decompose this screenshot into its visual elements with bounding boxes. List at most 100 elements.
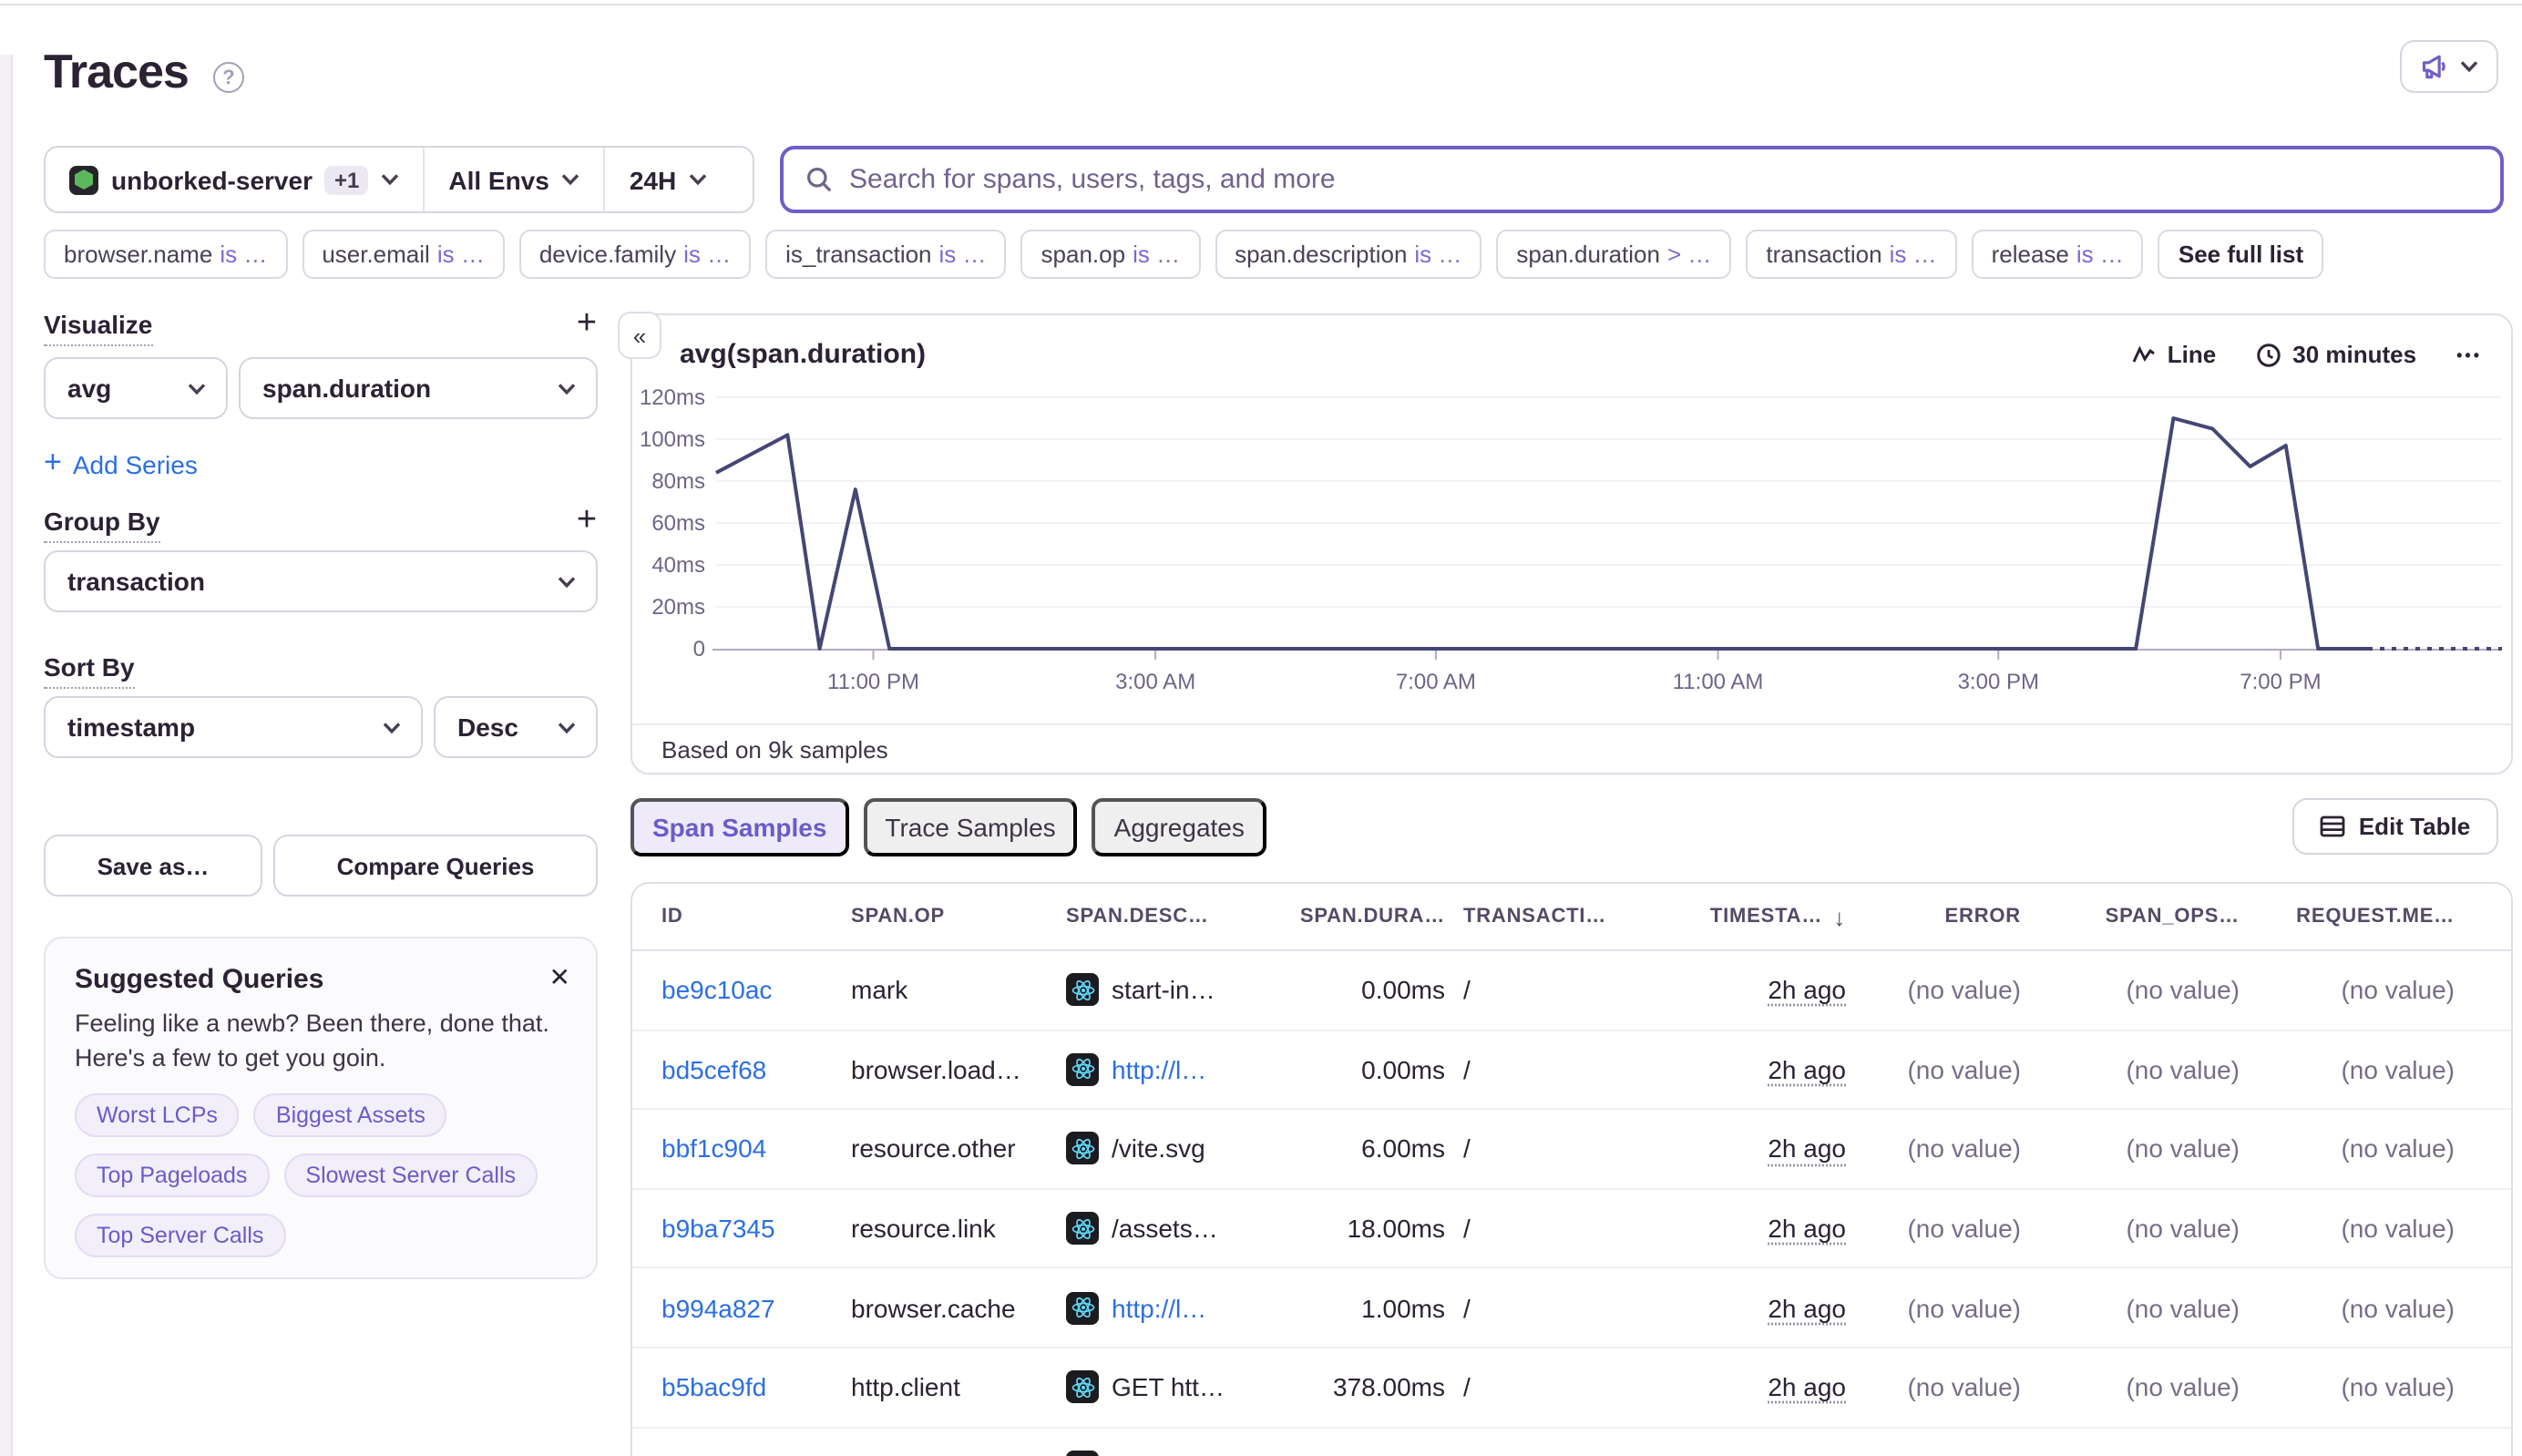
compare-queries-button[interactable]: Compare Queries xyxy=(273,835,598,897)
column-header-request-method[interactable]: REQUEST.ME… xyxy=(2258,906,2473,928)
chip-field: device.family xyxy=(539,241,676,268)
span-op-value: resource.link xyxy=(851,1214,996,1243)
suggested-query-biggest-assets[interactable]: Biggest Assets xyxy=(254,1094,447,1138)
chevron-down-icon xyxy=(562,173,580,186)
error-value: (no value) xyxy=(1907,1452,2021,1456)
table-row: be9c10acmark start-in…0.00ms/2h ago(no v… xyxy=(632,951,2511,1030)
span-id-link[interactable]: b994a827 xyxy=(661,1293,775,1322)
span-id-link[interactable]: bbf1c904 xyxy=(661,1134,766,1164)
see-full-list-button[interactable]: See full list xyxy=(2158,230,2323,279)
timestamp-value[interactable]: 2h ago xyxy=(1768,1452,1846,1456)
span-id-link[interactable]: b5bac9fd xyxy=(661,1373,766,1402)
span-ops-value: (no value) xyxy=(2126,1452,2240,1456)
column-header-transaction[interactable]: TRANSACTI… xyxy=(1463,906,1667,928)
column-header-error[interactable]: ERROR xyxy=(1864,906,2039,928)
cell-span-op: resource.ifra… xyxy=(851,1452,1066,1456)
edit-table-button[interactable]: Edit Table xyxy=(2292,798,2498,855)
visualize-field-value: span.duration xyxy=(262,374,431,403)
span-description-link[interactable]: http://l… xyxy=(1112,1293,1206,1322)
tab-span-samples[interactable]: Span Samples xyxy=(630,798,848,856)
cell-timestamp: 2h ago xyxy=(1667,1452,1864,1456)
suggested-query-worst-lcps[interactable]: Worst LCPs xyxy=(75,1094,240,1138)
span-id-link[interactable]: be9c10ac xyxy=(661,976,772,1005)
add-series-button[interactable]: + Add Series xyxy=(44,448,198,481)
span-duration-value: 6.00ms xyxy=(1361,1134,1445,1164)
line-chart[interactable]: 120ms100ms80ms60ms40ms20ms011:00 PM3:00 … xyxy=(632,388,2511,727)
span-op-value: resource.other xyxy=(851,1134,1016,1164)
timestamp-value[interactable]: 2h ago xyxy=(1768,1134,1846,1164)
whats-new-button[interactable] xyxy=(2400,40,2498,93)
timestamp-value[interactable]: 2h ago xyxy=(1768,1214,1846,1243)
close-icon[interactable]: ✕ xyxy=(549,962,570,993)
table-row: b994a827browser.cache http://l…1.00ms/2h… xyxy=(632,1269,2511,1348)
cell-span-description: http://l… xyxy=(1066,1053,1288,1086)
timestamp-value[interactable]: 2h ago xyxy=(1768,976,1846,1005)
chart-interval-control[interactable]: 30 minutes xyxy=(2256,341,2416,368)
table-row: b5bac9fdhttp.client GET htt…378.00ms/2h … xyxy=(632,1348,2511,1428)
search-input[interactable] xyxy=(849,164,2478,195)
sort-direction-select[interactable]: Desc xyxy=(434,696,598,758)
visualize-field-select[interactable]: span.duration xyxy=(239,357,598,419)
save-as-button[interactable]: Save as… xyxy=(44,835,262,897)
help-icon[interactable]: ? xyxy=(213,62,244,93)
span-description-text: GET htt… xyxy=(1112,1373,1225,1402)
react-icon xyxy=(1066,1053,1099,1086)
chip-operator: is … xyxy=(2076,241,2124,268)
chevron-down-icon xyxy=(558,382,576,395)
column-header-timestamp[interactable]: TIMESTA…↓ xyxy=(1667,903,1864,930)
span-description-text: /vite.svg xyxy=(1112,1134,1205,1164)
timestamp-value[interactable]: 2h ago xyxy=(1768,1293,1846,1322)
chip-field: release xyxy=(1992,241,2069,268)
span-duration-value: 0.00ms xyxy=(1361,1055,1445,1084)
column-header-span-ops[interactable]: SPAN_OPS… xyxy=(2039,906,2258,928)
timestamp-value[interactable]: 2h ago xyxy=(1768,1055,1846,1084)
group-by-select[interactable]: transaction xyxy=(44,550,598,612)
filter-chip-browser-name[interactable]: browser.nameis … xyxy=(44,230,287,279)
filter-chip-transaction[interactable]: transactionis … xyxy=(1746,230,1956,279)
group-by-value: transaction xyxy=(67,567,205,596)
cell-span-duration: 378.00ms xyxy=(1288,1373,1463,1402)
add-visualize-button[interactable]: + xyxy=(569,306,605,343)
span-duration-value: 276.00ms xyxy=(1333,1452,1445,1456)
tab-trace-samples[interactable]: Trace Samples xyxy=(863,798,1077,856)
filter-chip-release[interactable]: release is … xyxy=(1972,230,2144,279)
filter-chip-device-family[interactable]: device.familyis … xyxy=(519,230,751,279)
date-range-selector[interactable]: 24H xyxy=(606,148,731,211)
cell-request-method: (no value) xyxy=(2258,1055,2473,1084)
tab-aggregates[interactable]: Aggregates xyxy=(1092,798,1266,856)
span-description-link[interactable]: http://l… xyxy=(1112,1055,1206,1084)
suggested-query-top-server-calls[interactable]: Top Server Calls xyxy=(75,1215,285,1258)
react-icon xyxy=(1066,1133,1099,1165)
span-id-link[interactable]: b41bfb26 xyxy=(661,1452,768,1456)
chart-overflow-menu-icon[interactable]: ••• xyxy=(2456,345,2482,364)
column-header-span-duration[interactable]: SPAN.DURA… xyxy=(1288,906,1463,928)
cell-timestamp: 2h ago xyxy=(1667,1055,1864,1084)
environment-selector[interactable]: All Envs xyxy=(425,148,604,211)
span-id-link[interactable]: b9ba7345 xyxy=(661,1214,775,1243)
filter-chip-span-description[interactable]: span.descriptionis … xyxy=(1215,230,1481,279)
filter-chip-is-transaction[interactable]: is_transactionis … xyxy=(765,230,1006,279)
chart-type-control[interactable]: Line xyxy=(2133,341,2216,368)
suggested-query-top-pageloads[interactable]: Top Pageloads xyxy=(75,1154,269,1198)
filter-chip-span-duration[interactable]: span.duration> … xyxy=(1496,230,1731,279)
suggested-query-slowest-server-calls[interactable]: Slowest Server Calls xyxy=(283,1154,538,1198)
span-id-link[interactable]: bd5cef68 xyxy=(661,1055,766,1084)
cell-id: b41bfb26 xyxy=(661,1452,851,1456)
timestamp-value[interactable]: 2h ago xyxy=(1768,1373,1846,1402)
span-ops-value: (no value) xyxy=(2126,1373,2240,1402)
aggregate-select[interactable]: avg xyxy=(44,357,228,419)
sort-field-select[interactable]: timestamp xyxy=(44,696,423,758)
column-header-id[interactable]: ID xyxy=(661,906,851,928)
span-description-link[interactable]: https://… xyxy=(1112,1452,1214,1456)
column-header-span-description[interactable]: SPAN.DESC… xyxy=(1066,906,1288,928)
column-header-span-op[interactable]: SPAN.OP xyxy=(851,906,1066,928)
add-group-by-button[interactable]: + xyxy=(569,503,605,539)
project-selector[interactable]: unborked-server +1 xyxy=(46,148,423,211)
cell-id: bbf1c904 xyxy=(661,1134,851,1164)
transaction-value: / xyxy=(1463,1452,1471,1456)
filter-chip-user-email[interactable]: user.emailis … xyxy=(302,230,505,279)
collapse-sidebar-button[interactable]: « xyxy=(618,312,661,359)
chevron-down-icon xyxy=(2460,60,2478,73)
filter-chip-span-op[interactable]: span.opis … xyxy=(1021,230,1201,279)
span-op-value: browser.load… xyxy=(851,1055,1021,1084)
